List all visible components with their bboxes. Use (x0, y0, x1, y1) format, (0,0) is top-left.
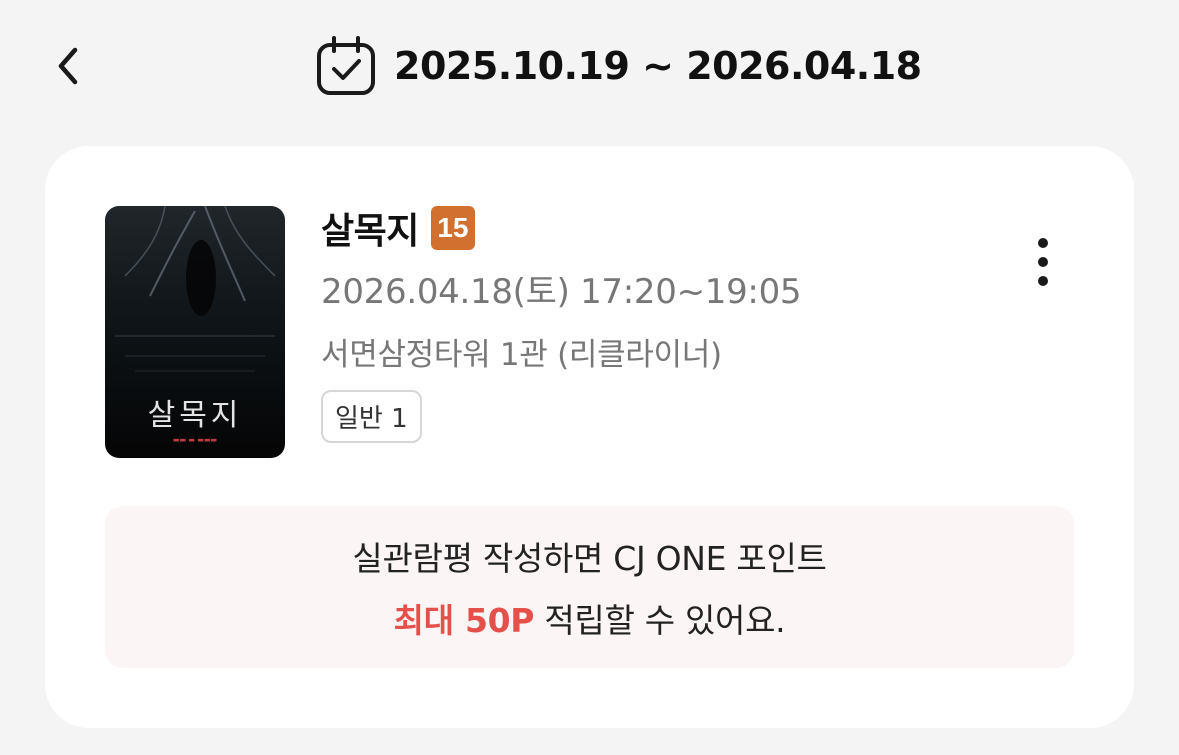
showtime-text: 2026.04.18(토) 17:20~19:05 (321, 272, 802, 312)
movie-poster: 살목지 ▬▬ ▬ ▬▬▬ (105, 206, 285, 458)
poster-title-text: 살목지 (147, 398, 243, 433)
theater-text: 서면삼정타워 1관 (리클라이너) (321, 337, 722, 373)
review-promo-banner[interactable]: 실관람평 작성하면 CJ ONE 포인트 최대 50P 적립할 수 있어요. (105, 506, 1074, 668)
date-range-text: 2025.10.19 ~ 2026.04.18 (394, 44, 922, 88)
more-vertical-icon-dot (1038, 276, 1048, 286)
title-row: 살목지 15 (321, 204, 801, 252)
poster-tagline: ▬▬ ▬ ▬▬▬ (172, 436, 218, 444)
booking-info: 살목지 15 2026.04.18(토) 17:20~19:05 서면삼정타워 … (321, 204, 802, 443)
promo-line-2: 최대 50P 적립할 수 있어요. (394, 594, 786, 642)
chevron-left-icon (58, 47, 78, 85)
date-range-selector[interactable]: 2025.10.19 ~ 2026.04.18 (316, 34, 922, 98)
more-options-button[interactable] (1023, 232, 1063, 292)
calendar-check-icon (317, 36, 375, 95)
promo-highlight: 최대 50P (393, 601, 535, 640)
booking-card[interactable]: 살목지 ▬▬ ▬ ▬▬▬ 살목지 15 2026.04.18(토) 17:20~… (45, 146, 1134, 728)
promo-line-2-rest: 적립할 수 있어요. (534, 601, 786, 640)
back-button[interactable] (44, 40, 92, 92)
movie-title: 살목지 (321, 211, 419, 252)
promo-line-1: 실관람평 작성하면 CJ ONE 포인트 (352, 539, 827, 578)
more-vertical-icon-dot (1038, 257, 1048, 267)
age-rating-badge: 15 (430, 206, 475, 250)
ticket-type-badge: 일반 1 (321, 390, 422, 443)
header: 2025.10.19 ~ 2026.04.18 (0, 0, 1179, 130)
more-vertical-icon (1038, 238, 1048, 248)
